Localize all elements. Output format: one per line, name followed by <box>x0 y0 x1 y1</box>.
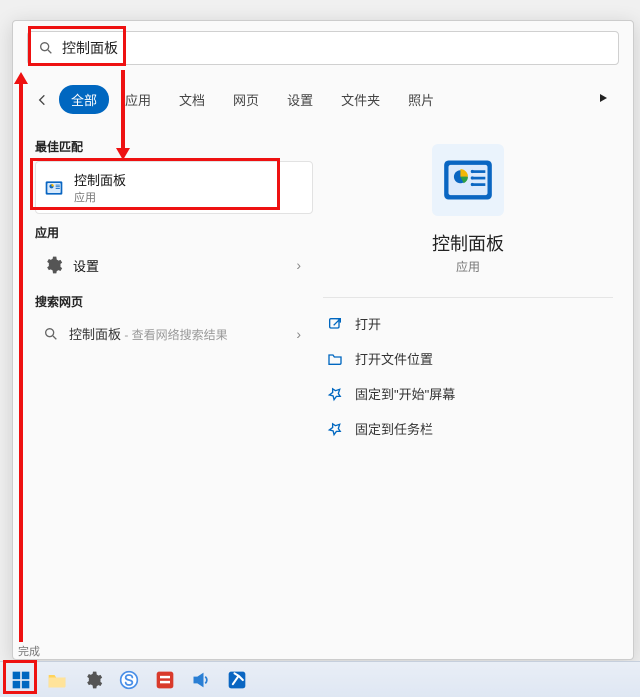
result-web-search[interactable]: 控制面板 - 查看网络搜索结果 › <box>35 316 313 352</box>
taskbar <box>0 661 640 697</box>
search-input[interactable] <box>62 40 608 56</box>
detail-app-icon <box>432 144 504 216</box>
arrow-left-icon <box>35 92 51 108</box>
taskbar-settings[interactable] <box>78 666 108 694</box>
results-column: 最佳匹配 控制面板 应用 应用 设置 › 搜索网页 控制面板 <box>13 124 313 662</box>
search-panel: 全部 应用 文档 网页 设置 文件夹 照片 最佳匹配 控制面板 应用 应用 <box>12 20 634 660</box>
action-pin-start[interactable]: 固定到"开始"屏幕 <box>323 376 613 411</box>
action-pin-taskbar[interactable]: 固定到任务栏 <box>323 411 613 446</box>
chevron-right-icon: › <box>296 257 305 273</box>
search-icon <box>43 326 59 342</box>
detail-type: 应用 <box>456 258 480 275</box>
open-icon <box>327 316 343 332</box>
section-best-match: 最佳匹配 <box>35 138 313 155</box>
folder-icon <box>47 671 67 689</box>
search-bar-container <box>13 21 633 71</box>
tab-folders[interactable]: 文件夹 <box>329 85 392 114</box>
divider <box>323 297 613 298</box>
action-label: 打开 <box>355 314 381 333</box>
folder-icon <box>327 351 343 367</box>
tab-apps[interactable]: 应用 <box>113 85 163 114</box>
tabs-more-button[interactable] <box>597 92 615 107</box>
status-text: 完成 <box>18 643 40 659</box>
app-icon <box>155 670 175 690</box>
taskbar-volume[interactable] <box>186 666 216 694</box>
taskbar-app-red[interactable] <box>150 666 180 694</box>
result-texts: 控制面板 - 查看网络搜索结果 <box>69 324 286 344</box>
result-title: 控制面板 <box>74 170 304 189</box>
result-texts: 设置 <box>73 256 286 275</box>
taskbar-explorer[interactable] <box>42 666 72 694</box>
detail-content: 控制面板 应用 打开 打开文件位置 固定到"开始"屏幕 <box>323 134 613 446</box>
web-result-suffix: - 查看网络搜索结果 <box>121 328 228 342</box>
result-subtitle: 应用 <box>74 189 304 205</box>
action-open[interactable]: 打开 <box>323 306 613 341</box>
section-apps: 应用 <box>35 224 313 241</box>
windows-icon <box>11 670 31 690</box>
tab-all[interactable]: 全部 <box>59 85 109 114</box>
gear-icon <box>43 255 63 275</box>
play-icon <box>597 92 609 104</box>
search-icon <box>38 40 54 56</box>
control-panel-icon <box>442 154 494 206</box>
result-control-panel[interactable]: 控制面板 应用 <box>35 161 313 214</box>
pin-icon <box>327 421 343 437</box>
speaker-icon <box>191 670 211 690</box>
taskbar-sogou[interactable] <box>114 666 144 694</box>
action-label: 固定到"开始"屏幕 <box>355 384 455 403</box>
tab-documents[interactable]: 文档 <box>167 85 217 114</box>
control-panel-icon <box>44 178 64 198</box>
detail-pane: 控制面板 应用 打开 打开文件位置 固定到"开始"屏幕 <box>313 124 633 662</box>
detail-actions: 打开 打开文件位置 固定到"开始"屏幕 固定到任务栏 <box>323 306 613 446</box>
action-label: 固定到任务栏 <box>355 419 433 438</box>
chevron-right-icon: › <box>296 326 305 342</box>
gear-icon <box>83 670 103 690</box>
web-result-title: 控制面板 <box>69 327 121 342</box>
result-title: 设置 <box>73 256 286 275</box>
back-button[interactable] <box>31 88 55 112</box>
action-open-location[interactable]: 打开文件位置 <box>323 341 613 376</box>
pin-icon <box>327 386 343 402</box>
section-web: 搜索网页 <box>35 293 313 310</box>
result-texts: 控制面板 应用 <box>74 170 304 205</box>
sogou-icon <box>119 670 139 690</box>
detail-title: 控制面板 <box>432 230 504 256</box>
result-settings-app[interactable]: 设置 › <box>35 247 313 283</box>
search-bar[interactable] <box>27 31 619 65</box>
tab-photos[interactable]: 照片 <box>396 85 446 114</box>
tab-web[interactable]: 网页 <box>221 85 271 114</box>
action-label: 打开文件位置 <box>355 349 433 368</box>
results-body: 最佳匹配 控制面板 应用 应用 设置 › 搜索网页 控制面板 <box>13 124 633 662</box>
app-icon <box>227 670 247 690</box>
filter-tabs: 全部 应用 文档 网页 设置 文件夹 照片 <box>13 71 633 124</box>
tab-settings[interactable]: 设置 <box>275 85 325 114</box>
taskbar-app-blue[interactable] <box>222 666 252 694</box>
start-button[interactable] <box>6 666 36 694</box>
